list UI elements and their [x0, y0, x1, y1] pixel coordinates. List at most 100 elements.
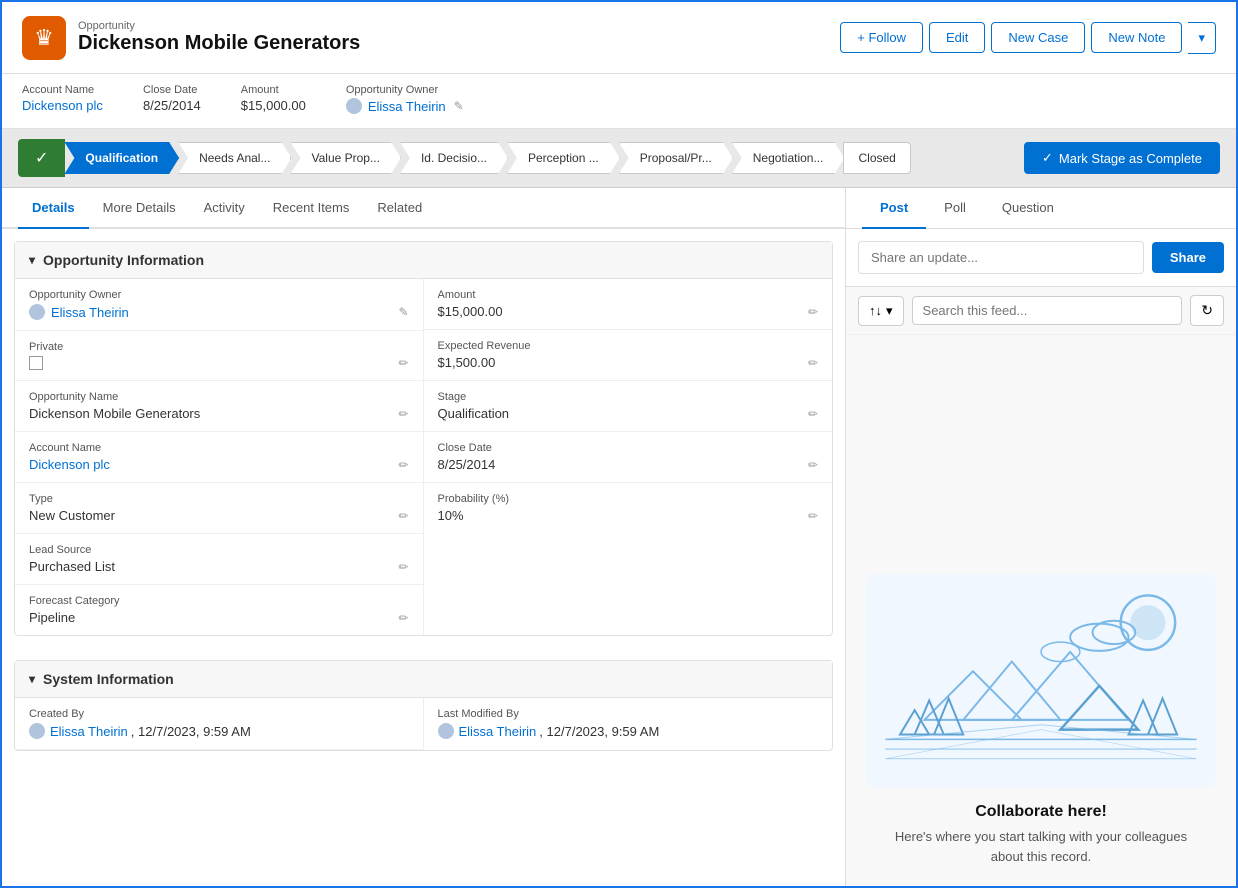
stage-step-completed[interactable]: ✓: [18, 139, 65, 177]
created-date: , 12/7/2023, 9:59 AM: [131, 724, 251, 739]
meta-owner: Opportunity Owner Elissa Theirin ✎: [346, 84, 464, 114]
collaborate-description: Here's where you start talking with your…: [886, 827, 1196, 866]
page-title: Dickenson Mobile Generators: [78, 32, 360, 55]
search-feed-input[interactable]: [912, 296, 1183, 325]
field-owner-avatar: [29, 304, 45, 320]
owner-label: Opportunity Owner: [346, 84, 464, 96]
system-info-header[interactable]: ▾ System Information: [15, 661, 832, 698]
collaborate-text-area: Collaborate here! Here's where you start…: [866, 791, 1216, 866]
field-stage: Stage Qualification ✏: [424, 381, 833, 432]
fields-left-col: Opportunity Owner Elissa Theirin ✎ Priva…: [15, 279, 424, 635]
stage-steps: ✓ Qualification Needs Anal... Value Prop…: [18, 139, 1012, 177]
lead-source-value: Purchased List: [29, 559, 115, 574]
refresh-button[interactable]: ↻: [1190, 295, 1224, 326]
share-button[interactable]: Share: [1152, 242, 1224, 273]
tab-details[interactable]: Details: [18, 188, 89, 229]
right-tab-post[interactable]: Post: [862, 188, 926, 229]
new-case-button[interactable]: New Case: [991, 22, 1085, 53]
tab-related[interactable]: Related: [363, 188, 436, 229]
field-type-edit-icon[interactable]: ✏: [398, 509, 408, 523]
stage-step-negotiation[interactable]: Negotiation...: [732, 142, 845, 174]
system-section-title: System Information: [43, 671, 174, 687]
stage-step-value-prop[interactable]: Value Prop...: [290, 142, 400, 174]
tab-recent-items[interactable]: Recent Items: [259, 188, 364, 229]
created-by-link[interactable]: Elissa Theirin: [50, 724, 128, 739]
field-expected-revenue: Expected Revenue $1,500.00 ✏: [424, 330, 833, 381]
field-close-date-edit-icon[interactable]: ✏: [808, 458, 818, 472]
field-owner: Opportunity Owner Elissa Theirin ✎: [15, 279, 423, 331]
sort-chevron-icon: ▾: [886, 303, 893, 319]
main-content: Details More Details Activity Recent Ite…: [2, 188, 1236, 886]
refresh-icon: ↻: [1201, 302, 1213, 318]
meta-close-date: Close Date 8/25/2014: [143, 84, 201, 114]
field-private-edit-icon[interactable]: ✏: [398, 356, 408, 370]
opportunity-info-header[interactable]: ▾ Opportunity Information: [15, 242, 832, 279]
collapse-icon: ▾: [29, 672, 35, 686]
field-account-name-link[interactable]: Dickenson plc: [29, 457, 110, 472]
amount-label: Amount: [241, 84, 306, 96]
forecast-category-value: Pipeline: [29, 610, 75, 625]
collapse-icon: ▾: [29, 253, 35, 267]
follow-button[interactable]: + Follow: [840, 22, 923, 53]
edit-button[interactable]: Edit: [929, 22, 985, 53]
owner-avatar: [346, 98, 362, 114]
collaborate-area: Collaborate here! Here's where you start…: [846, 335, 1236, 886]
stage-step-proposal[interactable]: Proposal/Pr...: [619, 142, 733, 174]
opp-name-value: Dickenson Mobile Generators: [29, 406, 200, 421]
created-by-value: Elissa Theirin , 12/7/2023, 9:59 AM: [29, 723, 409, 739]
stage-step-id-decisio[interactable]: Id. Decisio...: [400, 142, 508, 174]
field-account-name-edit-icon[interactable]: ✏: [398, 458, 408, 472]
field-forecast-category: Forecast Category Pipeline ✏: [15, 585, 423, 635]
modified-by-value: Elissa Theirin , 12/7/2023, 9:59 AM: [438, 723, 819, 739]
tab-more-details[interactable]: More Details: [89, 188, 190, 229]
created-by-avatar: [29, 723, 45, 739]
close-date-label: Close Date: [143, 84, 201, 96]
actions-dropdown-button[interactable]: ▾: [1188, 22, 1216, 54]
field-lead-source-edit-icon[interactable]: ✏: [398, 560, 408, 574]
stage-step-perception[interactable]: Perception ...: [507, 142, 620, 174]
field-owner-change-icon[interactable]: ✎: [398, 305, 408, 319]
field-opp-name: Opportunity Name Dickenson Mobile Genera…: [15, 381, 423, 432]
mark-stage-complete-button[interactable]: ✓ Mark Stage as Complete: [1024, 142, 1220, 174]
right-tab-poll[interactable]: Poll: [926, 188, 984, 229]
private-checkbox[interactable]: [29, 356, 43, 370]
tab-activity[interactable]: Activity: [190, 188, 259, 229]
type-value: New Customer: [29, 508, 115, 523]
new-note-button[interactable]: New Note: [1091, 22, 1182, 53]
field-owner-link[interactable]: Elissa Theirin: [51, 305, 129, 320]
field-forecast-edit-icon[interactable]: ✏: [398, 611, 408, 625]
account-name-link[interactable]: Dickenson plc: [22, 98, 103, 113]
stage-value: Qualification: [438, 406, 510, 421]
created-by-label: Created By: [29, 708, 409, 720]
collaborate-illustration: [866, 571, 1216, 791]
field-stage-edit-icon[interactable]: ✏: [808, 407, 818, 421]
section-title: Opportunity Information: [43, 252, 204, 268]
stage-step-needs-anal[interactable]: Needs Anal...: [178, 142, 291, 174]
close-date-value: 8/25/2014: [143, 98, 201, 113]
app-icon: ♛: [22, 16, 66, 60]
stage-step-qualification[interactable]: Qualification: [64, 142, 179, 174]
field-probability: Probability (%) 10% ✏: [424, 483, 833, 533]
field-amount-edit-icon[interactable]: ✏: [808, 305, 818, 319]
field-lead-source: Lead Source Purchased List ✏: [15, 534, 423, 585]
field-opp-name-edit-icon[interactable]: ✏: [398, 407, 408, 421]
opportunity-info-section: ▾ Opportunity Information Opportunity Ow…: [14, 241, 833, 636]
sort-button[interactable]: ↑↓ ▾: [858, 296, 904, 326]
stage-step-closed[interactable]: Closed: [843, 142, 910, 174]
modified-date: , 12/7/2023, 9:59 AM: [539, 724, 659, 739]
collaborate-title: Collaborate here!: [886, 803, 1196, 821]
right-tab-question[interactable]: Question: [984, 188, 1072, 229]
modified-by-link[interactable]: Elissa Theirin: [459, 724, 537, 739]
owner-edit-icon[interactable]: ✎: [454, 99, 464, 113]
owner-link[interactable]: Elissa Theirin: [368, 99, 446, 114]
share-input[interactable]: [858, 241, 1144, 274]
chevron-down-icon: ▾: [1198, 30, 1205, 46]
field-probability-edit-icon[interactable]: ✏: [808, 509, 818, 523]
meta-account-name: Account Name Dickenson plc: [22, 84, 103, 114]
system-info-body: Created By Elissa Theirin , 12/7/2023, 9…: [15, 698, 832, 750]
field-expected-revenue-edit-icon[interactable]: ✏: [808, 356, 818, 370]
field-private: Private ✏: [15, 331, 423, 381]
modified-by-label: Last Modified By: [438, 708, 819, 720]
modified-by-avatar: [438, 723, 454, 739]
meta-row: Account Name Dickenson plc Close Date 8/…: [2, 74, 1236, 129]
